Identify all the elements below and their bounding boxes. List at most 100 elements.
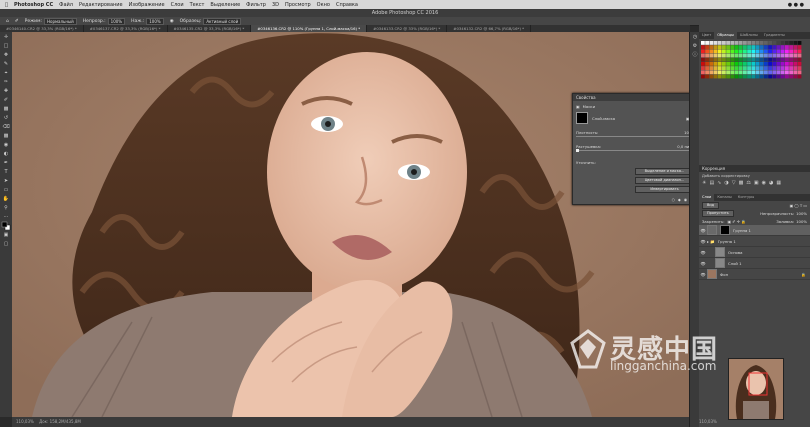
swatch-color[interactable] (772, 45, 777, 49)
brush-icon[interactable]: ✐ (15, 19, 19, 24)
swatch-color[interactable] (759, 66, 764, 70)
swatch-color[interactable] (743, 45, 747, 49)
swatch-color[interactable] (772, 41, 777, 45)
swatch-color[interactable] (797, 74, 802, 79)
tab-paths[interactable]: Контуры (735, 194, 757, 201)
swatch-color[interactable] (726, 41, 730, 45)
fill-value[interactable]: 100% (796, 219, 807, 224)
hand-tool-icon[interactable]: ✋ (0, 194, 12, 203)
swatch-color[interactable] (743, 53, 747, 58)
swatch-color[interactable] (701, 45, 705, 49)
apply-mask-icon[interactable]: ◆ (678, 197, 681, 202)
swatch-color[interactable] (701, 53, 705, 58)
swatch-color[interactable] (768, 74, 772, 79)
swatch-color[interactable] (713, 62, 718, 66)
crop-tool-icon[interactable]: ⌖ (0, 68, 12, 77)
tab-patterns[interactable]: Шаблоны (737, 32, 761, 39)
tab-color[interactable]: Цвет (699, 32, 714, 39)
swatch-color[interactable] (793, 62, 798, 66)
swatch-color[interactable] (705, 74, 709, 79)
swatch-color[interactable] (709, 45, 714, 49)
swatch-color[interactable] (789, 62, 793, 66)
healing-brush-icon[interactable]: ✚ (0, 86, 12, 95)
shape-tool-icon[interactable]: ▭ (0, 185, 12, 194)
invert-button[interactable]: Инвертировать (635, 186, 694, 193)
swatch-color[interactable] (751, 53, 756, 58)
swatch-color[interactable] (713, 41, 718, 45)
swatch-color[interactable] (722, 70, 726, 75)
swatch-color[interactable] (780, 41, 785, 45)
swatch-color[interactable] (730, 53, 735, 58)
swatch-color[interactable] (772, 57, 777, 62)
layer-row[interactable]: 👁 Основа (699, 247, 810, 258)
gradient-tool-icon[interactable]: ▩ (0, 131, 12, 140)
swatch-color[interactable] (759, 57, 764, 62)
blend-mode-select[interactable]: Пропустить (702, 209, 734, 217)
vibrance-icon[interactable]: ▽ (732, 180, 736, 186)
hue-sat-icon[interactable]: ▩ (739, 180, 744, 186)
swatch-color[interactable] (789, 41, 793, 45)
swatch-color[interactable] (722, 53, 726, 58)
swatch-color[interactable] (726, 57, 730, 62)
menu-help[interactable]: Справка (336, 2, 358, 8)
menu-window[interactable]: Окно (317, 2, 330, 8)
swatch-color[interactable] (793, 45, 798, 49)
menu-app[interactable]: Photoshop CC (14, 2, 53, 8)
swatch-color[interactable] (785, 66, 789, 70)
bw-icon[interactable]: ▣ (754, 180, 759, 186)
swatch-color[interactable] (717, 57, 722, 62)
swatch-color[interactable] (789, 49, 793, 54)
swatch-color[interactable] (759, 45, 764, 49)
airbrush-icon[interactable]: ◉ (170, 19, 174, 24)
adjustments-header[interactable]: Коррекция (699, 165, 810, 172)
swatch-color[interactable] (726, 66, 730, 70)
swatch-color[interactable] (789, 45, 793, 49)
swatch-color[interactable] (730, 74, 735, 79)
menu-file[interactable]: Файл (59, 2, 73, 8)
swatch-color[interactable] (776, 45, 781, 49)
channel-mixer-icon[interactable]: ◕ (769, 180, 773, 186)
swatch-color[interactable] (772, 49, 777, 54)
swatch-color[interactable] (785, 41, 789, 45)
swatch-color[interactable] (797, 57, 802, 62)
swatch-color[interactable] (734, 57, 739, 62)
swatch-color[interactable] (713, 45, 718, 49)
swatch-color[interactable] (772, 62, 777, 66)
swatch-color[interactable] (780, 62, 785, 66)
swatch-color[interactable] (785, 53, 789, 58)
swatch-color[interactable] (734, 45, 739, 49)
swatch-color[interactable] (789, 57, 793, 62)
doc-tab[interactable]: #0346133.CR2 @ 33% (RGB/16*) * (367, 25, 448, 32)
swatch-color[interactable] (751, 45, 756, 49)
swatch-color[interactable] (797, 53, 802, 58)
swatch-color[interactable] (780, 66, 785, 70)
swatch-color[interactable] (776, 70, 781, 75)
layer-opacity-value[interactable]: 100% (796, 211, 807, 216)
feather-slider[interactable] (576, 148, 695, 152)
swatch-color[interactable] (709, 57, 714, 62)
swatch-color[interactable] (772, 70, 777, 75)
swatch-color[interactable] (768, 70, 772, 75)
swatch-color[interactable] (726, 53, 730, 58)
swatch-color[interactable] (713, 74, 718, 79)
swatch-color[interactable] (738, 66, 743, 70)
clone-stamp-icon[interactable]: ▩ (0, 104, 12, 113)
swatch-color[interactable] (764, 49, 768, 54)
swatch-color[interactable] (751, 41, 756, 45)
swatch-color[interactable] (780, 74, 785, 79)
swatch-color[interactable] (701, 41, 705, 45)
zoom-tool-icon[interactable]: ⚲ (0, 203, 12, 212)
swatch-color[interactable] (764, 66, 768, 70)
swatch-color[interactable] (764, 41, 768, 45)
swatch-color[interactable] (797, 45, 802, 49)
visibility-eye-icon[interactable]: 👁 (699, 239, 707, 244)
eraser-icon[interactable]: ⌫ (0, 122, 12, 131)
swatch-color[interactable] (776, 53, 781, 58)
menu-select[interactable]: Выделение (210, 2, 240, 8)
status-zoom[interactable]: 110,03% (16, 419, 34, 424)
swatch-color[interactable] (768, 62, 772, 66)
swatch-color[interactable] (759, 49, 764, 54)
swatch-color[interactable] (747, 66, 751, 70)
swatch-color[interactable] (730, 45, 735, 49)
brush-tool-icon[interactable]: ✐ (0, 95, 12, 104)
